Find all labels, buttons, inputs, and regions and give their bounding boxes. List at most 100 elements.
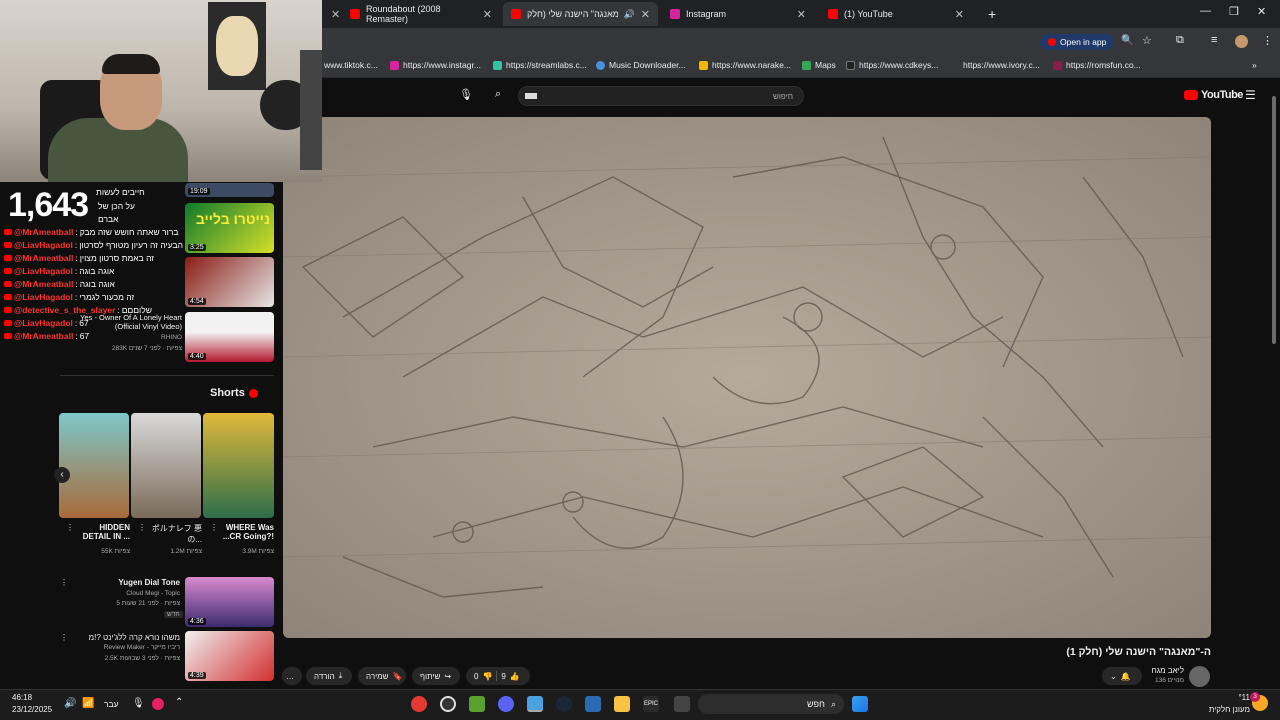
- taskbar-minecraft-icon[interactable]: [469, 696, 485, 712]
- video-title[interactable]: משהו נורא קרה ללג'ינט ?!מ: [70, 633, 180, 642]
- bookmark-music-downloader[interactable]: Music Downloader...: [596, 60, 686, 70]
- bookmark-streamlabs[interactable]: https://streamlabs.c...: [493, 60, 587, 70]
- download-button[interactable]: הורדה ⤓: [306, 667, 352, 685]
- video-thumbnail[interactable]: 4:40: [185, 312, 274, 362]
- close-window-icon[interactable]: ✕: [1257, 5, 1266, 18]
- video-thumbnail[interactable]: 4:54: [185, 257, 274, 307]
- extensions-icon[interactable]: ⧉: [1176, 34, 1184, 47]
- tab-close-partial[interactable]: ✕: [323, 2, 340, 26]
- bookmark-romsfun[interactable]: https://romsfun.co...: [1053, 60, 1141, 70]
- like-icon[interactable]: 👍: [510, 672, 520, 681]
- profile-avatar[interactable]: [1235, 35, 1248, 48]
- taskbar-store-icon[interactable]: [585, 696, 601, 712]
- language-indicator[interactable]: עבר: [104, 699, 119, 709]
- bookmarks-overflow-icon[interactable]: »: [1252, 60, 1257, 70]
- video-thumbnail[interactable]: 19:09: [185, 183, 274, 197]
- short-title[interactable]: ポルナレフ 悪の...: [148, 523, 202, 545]
- open-in-app-button[interactable]: Open in app: [1040, 34, 1115, 50]
- hamburger-menu-icon[interactable]: ☰: [1245, 88, 1256, 102]
- save-button[interactable]: שמירה 🔖: [358, 667, 406, 685]
- chat-text: ברור שאתה חושש שזה מבק: [79, 227, 179, 237]
- taskbar-discord-icon[interactable]: [498, 696, 514, 712]
- minimize-icon[interactable]: —: [1200, 5, 1211, 17]
- taskbar-taskview-icon[interactable]: [674, 696, 690, 712]
- zoom-icon[interactable]: 🔍: [1121, 35, 1133, 46]
- taskbar-explorer-icon[interactable]: [614, 696, 630, 712]
- tray-app-icon[interactable]: [152, 698, 164, 710]
- chat-text: זה באמת סרטון מצוין: [79, 253, 155, 263]
- page-scrollbar-thumb[interactable]: [1272, 96, 1276, 344]
- search-icon[interactable]: ⌕: [495, 88, 501, 101]
- bookmark-maps[interactable]: Maps: [802, 60, 836, 70]
- taskbar-app-icon[interactable]: [411, 696, 427, 712]
- search-input[interactable]: חיפוש: [518, 86, 804, 106]
- new-tab-button[interactable]: +: [980, 2, 1000, 26]
- short-menu-icon[interactable]: ⋮: [66, 523, 74, 532]
- taskbar-search-box[interactable]: חפש ⌕: [698, 694, 844, 714]
- tray-overflow-icon[interactable]: ⌃: [175, 697, 183, 708]
- speaker-icon[interactable]: 🔊: [624, 9, 635, 20]
- taskbar-steam-icon[interactable]: [556, 696, 572, 712]
- volume-icon[interactable]: 🔊: [64, 698, 76, 709]
- short-menu-icon[interactable]: ⋮: [210, 523, 218, 532]
- bookmark-label: https://www.instagr...: [403, 60, 481, 70]
- close-tab-icon[interactable]: ✕: [483, 8, 492, 21]
- short-menu-icon[interactable]: ⋮: [138, 523, 146, 532]
- clock-time[interactable]: 46:18: [12, 693, 32, 702]
- bookmark-star-icon[interactable]: ☆: [1142, 34, 1152, 47]
- video-thumbnail[interactable]: 4:39: [185, 631, 274, 681]
- tab-youtube-home[interactable]: (1) YouTube ✕: [820, 2, 972, 26]
- short-thumbnail[interactable]: [131, 413, 201, 518]
- share-button[interactable]: שיתוף ↪: [412, 667, 460, 685]
- dislike-icon[interactable]: 👎: [482, 672, 492, 681]
- video-channel: Cloud Megi - Topic: [126, 590, 180, 597]
- bookmark-narake[interactable]: https://www.narake...: [699, 60, 791, 70]
- taskbar-epic-icon[interactable]: EPIC: [643, 696, 659, 712]
- shorts-prev-button[interactable]: ‹: [54, 467, 70, 483]
- weather-temp[interactable]: °11: [1194, 693, 1250, 702]
- windows-start-icon[interactable]: [852, 696, 868, 712]
- taskbar-obs-icon[interactable]: [440, 696, 456, 712]
- bookmark-ivory[interactable]: https://www.ivory.c...: [950, 60, 1040, 70]
- close-tab-icon[interactable]: ✕: [641, 8, 650, 21]
- short-title[interactable]: HIDDEN DETAIL IN ...: [76, 523, 130, 541]
- keyboard-icon[interactable]: [525, 93, 537, 99]
- short-title[interactable]: WHERE Was ...CR Going?!: [220, 523, 274, 541]
- bookmark-instagram[interactable]: https://www.instagr...: [390, 60, 481, 70]
- video-thumbnail[interactable]: 4:36: [185, 577, 274, 627]
- short-thumbnail[interactable]: [203, 413, 274, 518]
- channel-name[interactable]: ליאב מגח: [1140, 666, 1185, 675]
- taskbar-paint-icon[interactable]: [527, 696, 543, 712]
- video-title[interactable]: Yugen Dial Tone: [70, 578, 180, 587]
- chrome-icon: [699, 60, 708, 70]
- bookmark-tiktok[interactable]: www.tiktok.c...: [324, 60, 378, 70]
- bookmark-cdkeys[interactable]: https://www.cdkeys...: [846, 60, 938, 70]
- media-controls-icon[interactable]: ≡: [1211, 34, 1217, 46]
- like-dislike-group[interactable]: 0 👎 9 👍: [466, 667, 530, 685]
- close-tab-icon[interactable]: ✕: [955, 8, 964, 21]
- bookmark-label: https://www.cdkeys...: [859, 60, 939, 70]
- video-thumbnail[interactable]: נייטרו בלייב 3:25: [185, 203, 274, 253]
- channel-avatar[interactable]: [1189, 666, 1210, 687]
- divider: [496, 671, 498, 681]
- close-tab-icon[interactable]: ✕: [797, 8, 806, 21]
- mic-icon[interactable]: 🎙: [459, 88, 473, 101]
- tab-instagram[interactable]: Instagram ✕: [662, 2, 814, 26]
- restore-icon[interactable]: ❐: [1229, 5, 1239, 18]
- video-menu-icon[interactable]: ⋮: [60, 578, 68, 587]
- weather-desc[interactable]: מעונן חלקית: [1180, 705, 1250, 714]
- bookmark-label: https://www.ivory.c...: [963, 60, 1040, 70]
- subscribe-bell-button[interactable]: ⌄ 🔔: [1102, 667, 1142, 685]
- browser-menu-icon[interactable]: ⋮: [1262, 34, 1273, 47]
- tab-manga[interactable]: ה-"מאנגה" הישנה שלי (חלק 🔊 ✕: [503, 2, 658, 26]
- mic-tray-icon[interactable]: 🎙: [132, 698, 145, 709]
- video-menu-icon[interactable]: ⋮: [60, 633, 68, 642]
- more-actions-button[interactable]: …: [282, 667, 302, 685]
- short-thumbnail[interactable]: [59, 413, 129, 518]
- tab-label: Roundabout (2008 Remaster): [366, 4, 441, 24]
- youtube-logo[interactable]: YouTube: [1184, 89, 1243, 101]
- tab-roundabout[interactable]: Roundabout (2008 Remaster) ✕: [342, 2, 500, 26]
- clock-date[interactable]: 23/12/2025: [12, 705, 52, 714]
- video-player[interactable]: [283, 117, 1211, 638]
- wifi-icon[interactable]: 📶: [82, 698, 94, 709]
